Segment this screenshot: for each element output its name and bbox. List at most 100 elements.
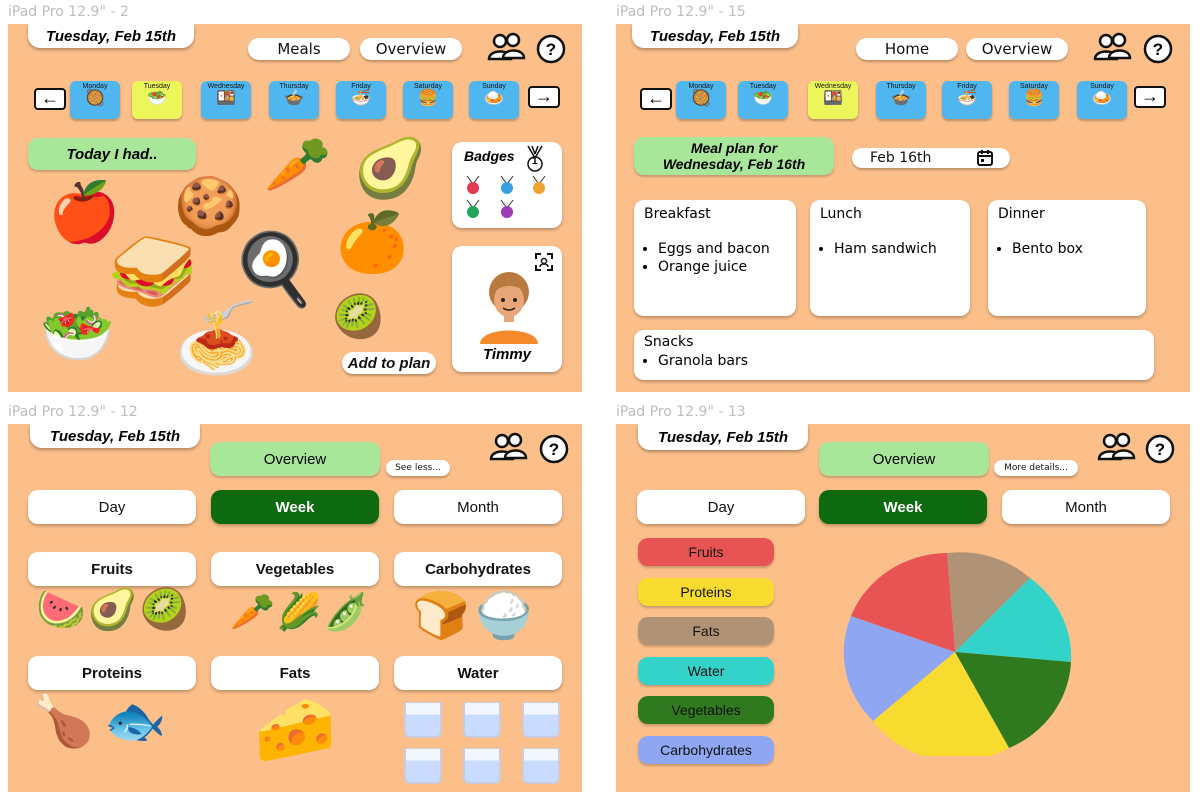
legend-fats[interactable]: Fats <box>638 617 774 645</box>
day-saturday[interactable]: Saturday 🍔 <box>1009 81 1059 119</box>
day-thursday[interactable]: Thursday 🍲 <box>269 81 319 119</box>
day-friday[interactable]: Friday 🍜 <box>336 81 386 119</box>
add-to-plan-button[interactable]: Add to plan <box>342 352 436 374</box>
frame-label: iPad Pro 12.9" - 13 <box>616 404 746 420</box>
lunch-card[interactable]: Lunch Ham sandwich <box>810 200 970 316</box>
day-label: Friday <box>351 83 371 90</box>
snacks-card[interactable]: Snacks Granola bars <box>634 330 1154 380</box>
day-food: 🍲 <box>891 90 911 107</box>
svg-text:?: ? <box>1153 40 1163 59</box>
day-monday[interactable]: Monday 🥘 <box>676 81 726 119</box>
food-carrot[interactable]: 🥕 <box>264 138 331 192</box>
overview-nav-button[interactable]: Overview <box>966 38 1068 60</box>
day-food: 🍔 <box>418 90 438 107</box>
list-item: Bento box <box>1012 240 1136 258</box>
breakfast-card[interactable]: Breakfast Eggs and bacon Orange juice <box>634 200 796 316</box>
food-orange[interactable]: 🍊 <box>336 214 408 272</box>
help-icon[interactable]: ? <box>536 34 566 64</box>
meals-nav-button[interactable]: Meals <box>248 38 350 60</box>
legend-water[interactable]: Water <box>638 657 774 685</box>
profile-card[interactable]: Timmy <box>452 246 562 372</box>
food-avocado[interactable]: 🥑 <box>354 140 426 198</box>
dinner-card[interactable]: Dinner Bento box <box>988 200 1146 316</box>
badges-card[interactable]: Badges 1 <box>452 142 562 228</box>
list-item: Granola bars <box>658 352 1144 370</box>
food-sandwich[interactable]: 🥪 <box>108 236 198 308</box>
category-proteins[interactable]: Proteins <box>28 656 196 690</box>
category-water[interactable]: Water <box>394 656 562 690</box>
day-label: Sunday <box>1090 83 1114 90</box>
day-wednesday[interactable]: Wednesday 🍱 <box>808 81 858 119</box>
food-spaghetti[interactable]: 🍝 <box>174 304 259 372</box>
category-fruits[interactable]: Fruits <box>28 552 196 586</box>
food-salad[interactable]: 🥗 <box>40 304 115 364</box>
help-icon[interactable]: ? <box>1143 34 1173 64</box>
day-sunday[interactable]: Sunday 🍛 <box>1077 81 1127 119</box>
badge-blue <box>500 176 514 194</box>
calendar-icon[interactable] <box>976 149 994 167</box>
tab-week[interactable]: Week <box>211 490 379 524</box>
help-icon[interactable]: ? <box>1145 434 1175 464</box>
overview-title: Overview <box>210 442 380 476</box>
day-sunday[interactable]: Sunday 🍛 <box>469 81 519 119</box>
next-week-button[interactable]: → <box>1134 86 1166 108</box>
family-icon[interactable] <box>1092 32 1132 62</box>
family-icon[interactable] <box>1096 432 1136 462</box>
home-nav-button[interactable]: Home <box>856 38 958 60</box>
day-friday[interactable]: Friday 🍜 <box>942 81 992 119</box>
family-icon[interactable] <box>488 432 528 462</box>
water-glass <box>522 748 560 784</box>
help-icon[interactable]: ? <box>539 434 569 464</box>
day-saturday[interactable]: Saturday 🍔 <box>403 81 453 119</box>
next-week-button[interactable]: → <box>528 86 560 108</box>
category-fats[interactable]: Fats <box>211 656 379 690</box>
prev-week-button[interactable]: ← <box>34 88 66 110</box>
legend-proteins[interactable]: Proteins <box>638 578 774 606</box>
day-tuesday[interactable]: Tuesday 🥗 <box>132 81 182 119</box>
tab-day[interactable]: Day <box>28 490 196 524</box>
day-food: 🍜 <box>351 90 371 107</box>
dinner-title: Dinner <box>998 206 1045 222</box>
prev-week-button[interactable]: ← <box>640 88 672 110</box>
nutrition-pie-chart <box>843 552 1072 756</box>
day-label: Thursday <box>279 83 309 90</box>
list-item: Orange juice <box>658 258 786 276</box>
overview-nav-button[interactable]: Overview <box>360 38 462 60</box>
legend-carbohydrates[interactable]: Carbohydrates <box>638 736 774 764</box>
day-label: Monday <box>688 83 714 90</box>
frame-label: iPad Pro 12.9" - 2 <box>8 4 129 20</box>
badges-title: Badges <box>464 148 515 164</box>
today-label: Today I had.. <box>28 138 196 170</box>
category-vegetables[interactable]: Vegetables <box>211 552 379 586</box>
day-label: Thursday <box>886 83 916 90</box>
frame-label: iPad Pro 12.9" - 15 <box>616 4 746 20</box>
legend-vegetables[interactable]: Vegetables <box>638 696 774 724</box>
day-wednesday[interactable]: Wednesday 🍱 <box>201 81 251 119</box>
day-food: 🥘 <box>691 90 711 107</box>
tab-week[interactable]: Week <box>819 490 987 524</box>
more-details-button[interactable]: More details... <box>994 460 1078 476</box>
day-food: 🍲 <box>284 90 304 107</box>
list-item: Ham sandwich <box>834 240 960 258</box>
food-frying-pan[interactable]: 🍳 <box>230 234 317 304</box>
tab-month[interactable]: Month <box>1002 490 1170 524</box>
category-carbohydrates[interactable]: Carbohydrates <box>394 552 562 586</box>
badge-red <box>466 176 480 194</box>
day-tuesday[interactable]: Tuesday 🥗 <box>738 81 788 119</box>
see-less-button[interactable]: See less... <box>386 460 450 476</box>
day-label: Friday <box>957 83 977 90</box>
water-glass <box>404 702 442 738</box>
scan-icon[interactable] <box>534 252 554 272</box>
fats-foods: 🧀 <box>254 692 337 766</box>
tab-month[interactable]: Month <box>394 490 562 524</box>
day-monday[interactable]: Monday 🥘 <box>70 81 120 119</box>
family-icon[interactable] <box>486 32 526 62</box>
food-cookie[interactable]: 🍪 <box>174 178 244 234</box>
date-picker-input[interactable]: Feb 16th <box>852 148 1010 168</box>
day-thursday[interactable]: Thursday 🍲 <box>876 81 926 119</box>
snacks-title: Snacks <box>644 334 694 350</box>
tab-day[interactable]: Day <box>637 490 805 524</box>
meal-plan-screen: Tuesday, Feb 15th Home Overview ? ← Mond… <box>616 24 1190 392</box>
food-kiwi[interactable]: 🥝 <box>332 296 384 338</box>
legend-fruits[interactable]: Fruits <box>638 538 774 566</box>
